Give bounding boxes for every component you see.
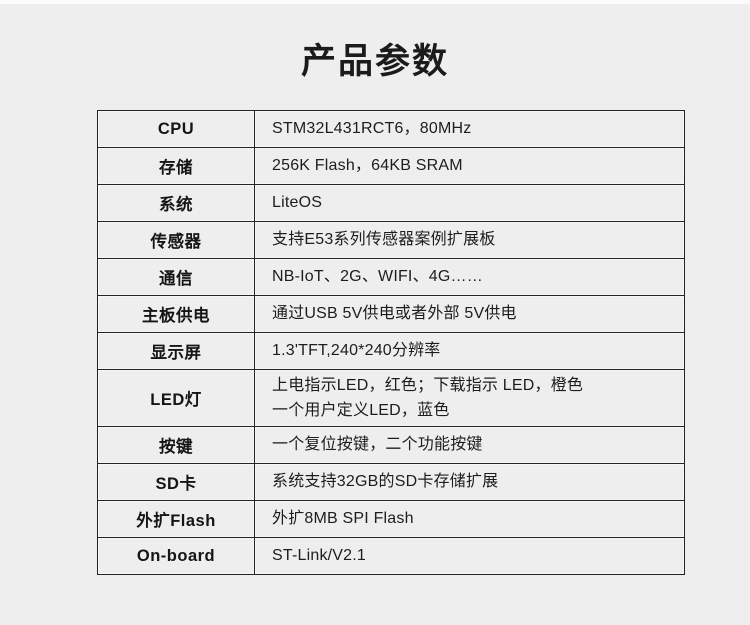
spec-label-cell: On-board	[97, 537, 255, 575]
cell-inner: On-board	[98, 538, 254, 574]
cell-inner: 存储	[98, 148, 254, 184]
spec-label-cell: CPU	[97, 110, 255, 148]
spec-label-text: 外扩Flash	[136, 512, 216, 530]
spec-value-cell: 上电指示LED，红色；下载指示 LED，橙色 一个用户定义LED，蓝色	[254, 369, 685, 427]
cell-inner: 一个复位按键，二个功能按键	[255, 427, 684, 463]
spec-value-cell: 外扩8MB SPI Flash	[254, 500, 685, 538]
table-row: 传感器 支持E53系列传感器案例扩展板	[97, 221, 685, 259]
table-row: On-board ST-Link/V2.1	[97, 537, 685, 575]
spec-label-cell: 主板供电	[97, 295, 255, 333]
cell-inner: 支持E53系列传感器案例扩展板	[255, 222, 684, 258]
spec-label-text: 显示屏	[150, 344, 202, 362]
spec-label-text: LED灯	[150, 391, 202, 409]
cell-inner: ST-Link/V2.1	[255, 538, 684, 574]
table-row: CPU STM32L431RCT6，80MHz	[97, 110, 685, 148]
spec-value-text: 系统支持32GB的SD卡存储扩展	[272, 473, 499, 490]
spec-value-text: ST-Link/V2.1	[272, 547, 367, 564]
spec-value-cell: 支持E53系列传感器案例扩展板	[254, 221, 685, 259]
cell-inner: 256K Flash，64KB SRAM	[255, 148, 684, 184]
table-row: 通信 NB-IoT、2G、WIFI、4G……	[97, 258, 685, 296]
cell-inner: 传感器	[98, 222, 254, 258]
cell-inner: 1.3'TFT,240*240分辨率	[255, 333, 684, 369]
spec-label-cell: SD卡	[97, 463, 255, 501]
spec-value-text: 1.3'TFT,240*240分辨率	[272, 342, 441, 359]
spec-label-cell: 系统	[97, 184, 255, 222]
table-row: 系统 LiteOS	[97, 184, 685, 222]
spec-value-text: 通过USB 5V供电或者外部 5V供电	[272, 305, 517, 322]
cell-inner: 主板供电	[98, 296, 254, 332]
spec-table-body: CPU STM32L431RCT6，80MHz 存储 256K Flash，64KB …	[97, 110, 685, 575]
spec-value-text: 上电指示LED，红色；下载指示 LED，橙色 一个用户定义LED，蓝色	[272, 377, 584, 419]
spec-label-cell: 传感器	[97, 221, 255, 259]
table-row: SD卡 系统支持32GB的SD卡存储扩展	[97, 463, 685, 501]
cell-inner: SD卡	[98, 464, 254, 500]
spec-value-cell: 一个复位按键，二个功能按键	[254, 426, 685, 464]
cell-inner: LED灯	[98, 370, 254, 426]
cell-inner: 系统	[98, 185, 254, 221]
cell-inner: 外扩Flash	[98, 501, 254, 537]
cell-inner: 外扩8MB SPI Flash	[255, 501, 684, 537]
spec-label-text: 传感器	[150, 233, 202, 251]
spec-value-cell: NB-IoT、2G、WIFI、4G……	[254, 258, 685, 296]
table-row: LED灯 上电指示LED，红色；下载指示 LED，橙色 一个用户定义LED，蓝色	[97, 369, 685, 427]
product-spec-table: CPU STM32L431RCT6，80MHz 存储 256K Flash，64KB …	[97, 110, 685, 575]
table-row: 存储 256K Flash，64KB SRAM	[97, 147, 685, 185]
spec-value-cell: 通过USB 5V供电或者外部 5V供电	[254, 295, 685, 333]
spec-label-text: 主板供电	[142, 307, 210, 325]
table-row: 按键 一个复位按键，二个功能按键	[97, 426, 685, 464]
spec-value-cell: ST-Link/V2.1	[254, 537, 685, 575]
cell-inner: 按键	[98, 427, 254, 463]
spec-value-text: 256K Flash，64KB SRAM	[272, 157, 463, 174]
spec-value-text: 支持E53系列传感器案例扩展板	[272, 231, 496, 248]
spec-label-cell: 显示屏	[97, 332, 255, 370]
product-spec-page: 产品参数 CPU STM32L431RCT6，80MHz 存储 256K Flash，…	[0, 0, 750, 625]
spec-value-cell: 1.3'TFT,240*240分辨率	[254, 332, 685, 370]
spec-value-text: NB-IoT、2G、WIFI、4G……	[272, 268, 483, 285]
cell-inner: STM32L431RCT6，80MHz	[255, 111, 684, 147]
spec-value-text: 一个复位按键，二个功能按键	[272, 436, 483, 453]
spec-value-text: 外扩8MB SPI Flash	[272, 510, 414, 527]
spec-value-cell: 256K Flash，64KB SRAM	[254, 147, 685, 185]
spec-label-cell: 按键	[97, 426, 255, 464]
spec-label-cell: 外扩Flash	[97, 500, 255, 538]
spec-label-text: On-board	[136, 546, 216, 565]
cell-inner: CPU	[98, 111, 254, 147]
spec-value-text: STM32L431RCT6，80MHz	[272, 120, 472, 137]
spec-label-text: 存储	[159, 159, 193, 177]
spec-value-text: LiteOS	[272, 194, 323, 211]
cell-inner: 系统支持32GB的SD卡存储扩展	[255, 464, 684, 500]
cell-inner: 通过USB 5V供电或者外部 5V供电	[255, 296, 684, 332]
spec-label-text: SD卡	[155, 475, 197, 493]
spec-label-cell: 存储	[97, 147, 255, 185]
table-row: 显示屏 1.3'TFT,240*240分辨率	[97, 332, 685, 370]
table-row: 外扩Flash 外扩8MB SPI Flash	[97, 500, 685, 538]
spec-value-cell: LiteOS	[254, 184, 685, 222]
top-edge-strip	[0, 0, 750, 4]
spec-label-cell: 通信	[97, 258, 255, 296]
spec-label-cell: LED灯	[97, 369, 255, 427]
cell-inner: 上电指示LED，红色；下载指示 LED，橙色 一个用户定义LED，蓝色	[255, 370, 684, 426]
spec-label-text: CPU	[157, 119, 195, 138]
table-row: 主板供电 通过USB 5V供电或者外部 5V供电	[97, 295, 685, 333]
cell-inner: 显示屏	[98, 333, 254, 369]
cell-inner: LiteOS	[255, 185, 684, 221]
spec-label-text: 系统	[159, 196, 193, 214]
spec-label-text: 按键	[159, 438, 193, 456]
cell-inner: 通信	[98, 259, 254, 295]
page-title: 产品参数	[300, 42, 449, 81]
spec-value-cell: STM32L431RCT6，80MHz	[254, 110, 685, 148]
cell-inner: NB-IoT、2G、WIFI、4G……	[255, 259, 684, 295]
spec-value-cell: 系统支持32GB的SD卡存储扩展	[254, 463, 685, 501]
spec-label-text: 通信	[159, 270, 193, 288]
